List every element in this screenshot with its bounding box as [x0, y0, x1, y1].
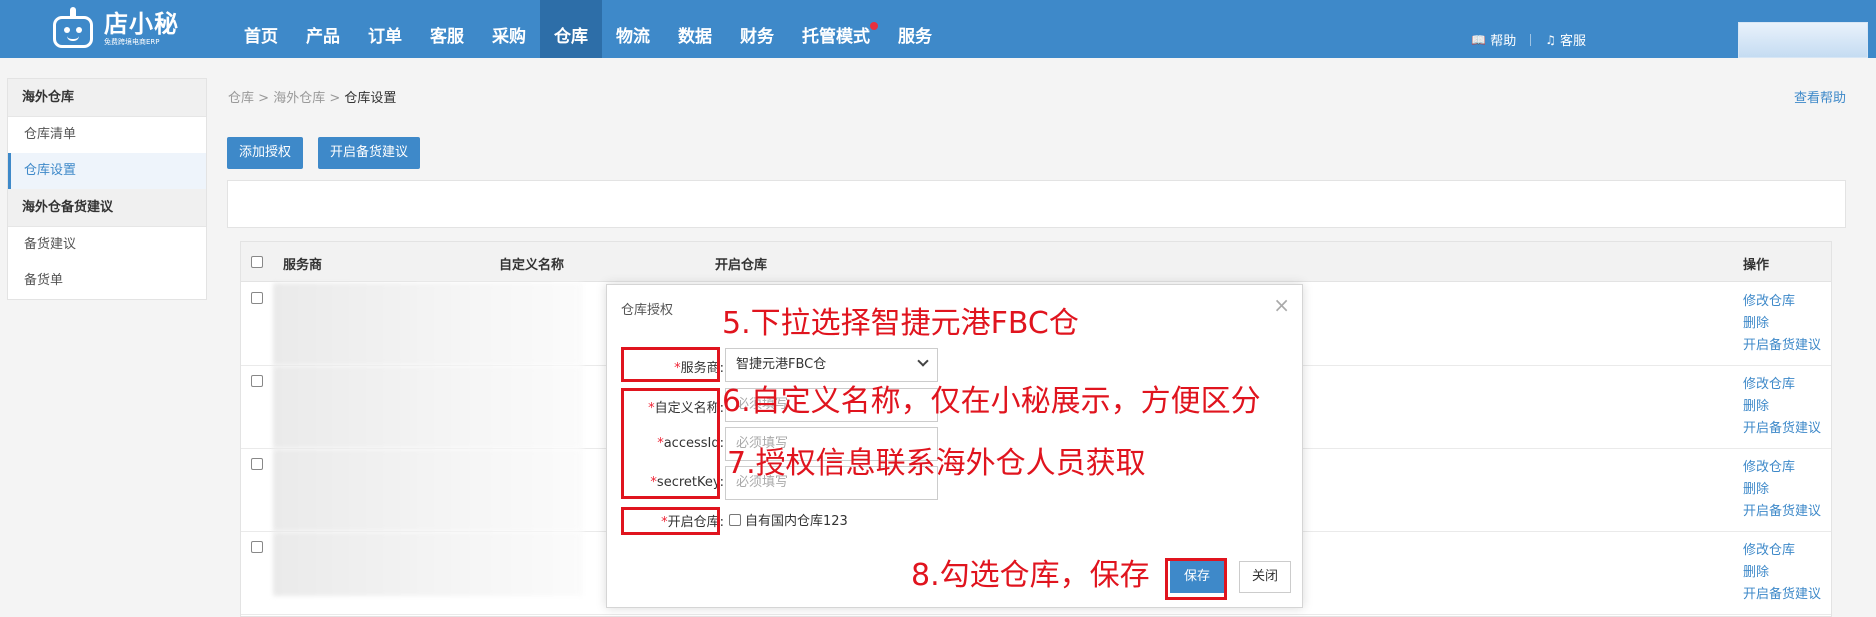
provider-label: *服务商:	[674, 361, 724, 376]
enable-stock-link[interactable]: 开启备货建议	[1743, 418, 1821, 440]
breadcrumb-separator: >	[329, 91, 341, 106]
row-operations: 修改仓库 删除 开启备货建议	[1743, 291, 1821, 357]
nav-hosting-mode[interactable]: 托管模式	[788, 0, 884, 58]
annotation-step-5: 5.下拉选择智捷元港FBC仓	[722, 306, 1079, 341]
redacted-cell	[273, 449, 583, 531]
sidebar-item-warehouse-settings[interactable]: 仓库设置	[8, 153, 206, 189]
open-warehouse-label: *开启仓库:	[661, 515, 724, 530]
warehouse-option[interactable]: 自有国内仓库123	[729, 510, 848, 529]
secret-key-label: *secretKey:	[650, 475, 724, 490]
save-button[interactable]: 保存	[1170, 561, 1224, 593]
help-button[interactable]: 📖 帮助	[1471, 30, 1517, 50]
breadcrumb-overseas[interactable]: 海外仓库	[273, 91, 325, 106]
sidebar: 海外仓库 仓库清单 仓库设置 海外仓备货建议 备货建议 备货单	[7, 78, 207, 300]
provider-select[interactable]: 智捷元港FBC仓	[725, 348, 938, 382]
enable-stock-suggestion-button[interactable]: 开启备货建议	[318, 137, 421, 169]
add-authorization-button[interactable]: 添加授权	[227, 137, 304, 169]
delete-link[interactable]: 删除	[1743, 562, 1821, 584]
select-all-checkbox[interactable]	[251, 256, 263, 268]
header-links: 📖 帮助 ♫ 客服	[1471, 30, 1586, 50]
table-header: 服务商 自定义名称 开启仓库 操作	[241, 242, 1831, 282]
sidebar-item-stock-orders[interactable]: 备货单	[8, 263, 206, 299]
nav-finance[interactable]: 财务	[726, 0, 788, 58]
service-button[interactable]: ♫ 客服	[1545, 30, 1586, 50]
redacted-cell	[273, 532, 583, 596]
provider-label-text: 服务商:	[680, 361, 724, 376]
annotation-step-8: 8.勾选仓库，保存	[911, 558, 1150, 593]
annotation-step-6: 6.自定义名称，仅在小秘展示，方便区分	[722, 384, 1261, 419]
delete-link[interactable]: 删除	[1743, 313, 1821, 335]
app-subtitle: 免费跨境电商ERP	[104, 38, 160, 46]
breadcrumb: 仓库 > 海外仓库 > 仓库设置	[228, 87, 396, 106]
filter-panel	[227, 180, 1846, 228]
close-icon[interactable]: ×	[1273, 293, 1290, 317]
divider	[1530, 33, 1532, 46]
main-nav: 首页 产品 订单 客服 采购 仓库 物流 数据 财务 托管模式 服务	[230, 0, 946, 58]
cancel-button[interactable]: 关闭	[1239, 561, 1291, 593]
sidebar-group-overseas-warehouse: 海外仓库	[8, 79, 206, 117]
nav-products[interactable]: 产品	[292, 0, 354, 58]
row-checkbox[interactable]	[251, 292, 263, 304]
headset-icon: ♫	[1545, 32, 1556, 47]
custom-name-label: *自定义名称:	[648, 401, 724, 416]
notification-dot-icon	[870, 22, 878, 30]
edit-warehouse-link[interactable]: 修改仓库	[1743, 540, 1821, 562]
top-nav-bar: 店小秘 免费跨境电商ERP 首页 产品 订单 客服 采购 仓库 物流 数据 财务…	[0, 0, 1876, 58]
redacted-cell	[273, 283, 583, 365]
book-icon: 📖	[1471, 32, 1487, 47]
warehouse-option-label: 自有国内仓库123	[745, 514, 848, 529]
annotation-step-7: 7.授权信息联系海外仓人员获取	[727, 446, 1146, 481]
edit-warehouse-link[interactable]: 修改仓库	[1743, 374, 1821, 396]
user-account-box[interactable]	[1738, 22, 1868, 58]
breadcrumb-separator: >	[258, 91, 270, 106]
header-provider: 服务商	[283, 258, 323, 273]
nav-data[interactable]: 数据	[664, 0, 726, 58]
service-label: 客服	[1559, 34, 1586, 49]
delete-link[interactable]: 删除	[1743, 396, 1821, 418]
nav-orders[interactable]: 订单	[354, 0, 416, 58]
open-warehouse-label-text: 开启仓库:	[667, 515, 724, 530]
access-id-label: *accessId:	[657, 436, 724, 451]
dialog-title: 仓库授权	[621, 303, 674, 318]
row-checkbox[interactable]	[251, 458, 263, 470]
breadcrumb-current: 仓库设置	[344, 91, 397, 106]
edit-warehouse-link[interactable]: 修改仓库	[1743, 457, 1821, 479]
sidebar-item-warehouse-list[interactable]: 仓库清单	[8, 117, 206, 153]
row-operations: 修改仓库 删除 开启备货建议	[1743, 540, 1821, 606]
logo[interactable]: 店小秘 免费跨境电商ERP	[50, 6, 179, 52]
nav-customer-service[interactable]: 客服	[416, 0, 478, 58]
chevron-down-icon	[917, 355, 929, 367]
header-operations: 操作	[1743, 258, 1770, 273]
nav-home[interactable]: 首页	[230, 0, 292, 58]
app-name: 店小秘	[104, 10, 179, 38]
header-custom-name: 自定义名称	[499, 258, 565, 273]
sidebar-group-stock-suggestion: 海外仓备货建议	[8, 189, 206, 227]
breadcrumb-warehouse[interactable]: 仓库	[228, 91, 254, 106]
sidebar-item-stock-suggestion[interactable]: 备货建议	[8, 227, 206, 263]
nav-warehouse[interactable]: 仓库	[540, 0, 602, 58]
provider-selected-value: 智捷元港FBC仓	[736, 357, 827, 372]
nav-logistics[interactable]: 物流	[602, 0, 664, 58]
row-operations: 修改仓库 删除 开启备货建议	[1743, 457, 1821, 523]
nav-services[interactable]: 服务	[884, 0, 946, 58]
row-checkbox[interactable]	[251, 541, 263, 553]
custom-name-label-text: 自定义名称:	[654, 401, 724, 416]
delete-link[interactable]: 删除	[1743, 479, 1821, 501]
help-label: 帮助	[1490, 34, 1517, 49]
edit-warehouse-link[interactable]: 修改仓库	[1743, 291, 1821, 313]
access-id-label-text: accessId:	[663, 436, 724, 451]
redacted-cell	[273, 366, 583, 448]
row-checkbox[interactable]	[251, 375, 263, 387]
warehouse-checkbox[interactable]	[729, 513, 741, 526]
header-open-warehouse: 开启仓库	[715, 258, 768, 273]
nav-purchase[interactable]: 采购	[478, 0, 540, 58]
nav-hosting-mode-label: 托管模式	[802, 27, 870, 47]
view-help-link[interactable]: 查看帮助	[1794, 87, 1846, 106]
enable-stock-link[interactable]: 开启备货建议	[1743, 501, 1821, 523]
secret-key-label-text: secretKey:	[656, 475, 724, 490]
robot-logo-icon	[50, 7, 96, 51]
enable-stock-link[interactable]: 开启备货建议	[1743, 335, 1821, 357]
row-operations: 修改仓库 删除 开启备货建议	[1743, 374, 1821, 440]
enable-stock-link[interactable]: 开启备货建议	[1743, 584, 1821, 606]
